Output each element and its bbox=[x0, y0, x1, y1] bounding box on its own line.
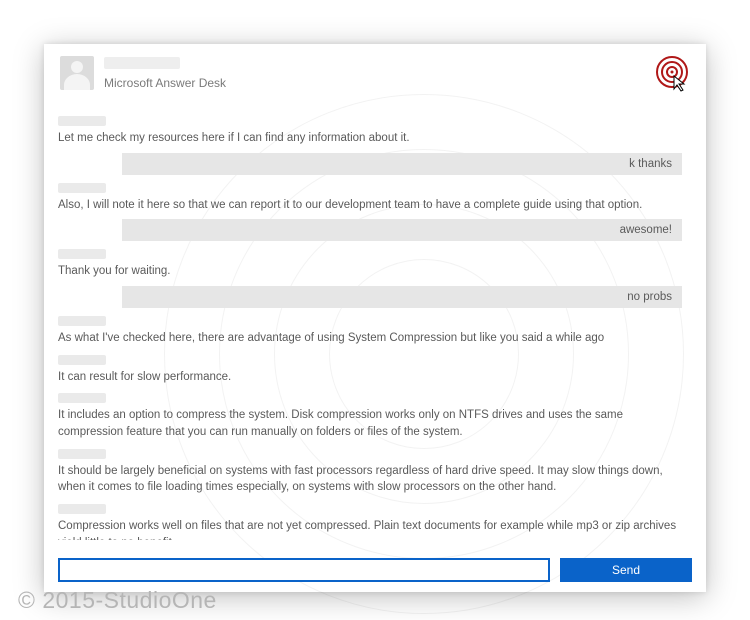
timestamp-redacted bbox=[58, 249, 106, 259]
agent-message: It should be largely beneficial on syste… bbox=[58, 463, 682, 496]
timestamp-redacted bbox=[58, 504, 106, 514]
chat-panel: Microsoft Answer Desk Let me check my re… bbox=[44, 44, 706, 592]
timestamp-redacted bbox=[58, 316, 106, 326]
agent-subtitle: Microsoft Answer Desk bbox=[104, 76, 226, 90]
agent-message: As what I've checked here, there are adv… bbox=[58, 330, 682, 347]
target-cursor-icon bbox=[652, 54, 692, 94]
chat-header: Microsoft Answer Desk bbox=[44, 44, 706, 98]
timestamp-redacted bbox=[58, 393, 106, 403]
timestamp-redacted bbox=[58, 116, 106, 126]
chat-scroll-area[interactable]: Let me check my resources here if I can … bbox=[58, 108, 692, 540]
send-button[interactable]: Send bbox=[560, 558, 692, 582]
agent-message: Also, I will note it here so that we can… bbox=[58, 197, 682, 214]
timestamp-redacted bbox=[58, 449, 106, 459]
header-text: Microsoft Answer Desk bbox=[104, 56, 226, 90]
agent-message: Thank you for waiting. bbox=[58, 263, 682, 280]
user-message: k thanks bbox=[122, 153, 682, 175]
agent-message: Let me check my resources here if I can … bbox=[58, 130, 682, 147]
agent-message: It can result for slow performance. bbox=[58, 369, 682, 386]
timestamp-redacted bbox=[58, 183, 106, 193]
chat-footer: Send bbox=[58, 558, 692, 582]
avatar bbox=[60, 56, 94, 90]
user-message: awesome! bbox=[122, 219, 682, 241]
timestamp-redacted bbox=[58, 355, 106, 365]
watermark-text: © 2015-StudioOne bbox=[18, 587, 217, 614]
user-message: no probs bbox=[122, 286, 682, 308]
agent-message: It includes an option to compress the sy… bbox=[58, 407, 682, 440]
message-input[interactable] bbox=[58, 558, 550, 582]
agent-message: Compression works well on files that are… bbox=[58, 518, 682, 540]
user-message-row: no probs bbox=[58, 286, 682, 308]
user-message-row: awesome! bbox=[58, 219, 682, 241]
user-message-row: k thanks bbox=[58, 153, 682, 175]
agent-name-redacted bbox=[104, 57, 180, 69]
